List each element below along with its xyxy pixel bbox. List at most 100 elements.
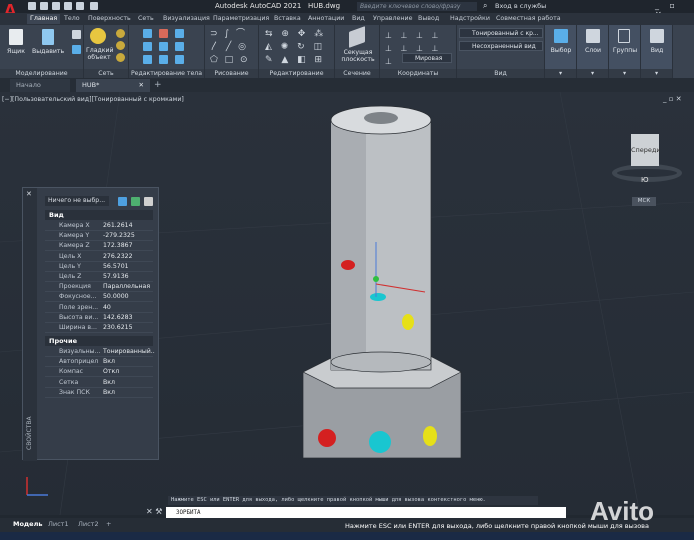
section-misc[interactable]: Прочие (45, 336, 153, 346)
viewport-controls[interactable]: _ ▫ ✕ (663, 95, 682, 103)
tab-hub[interactable]: HUB* ✕ (76, 79, 150, 92)
tab-parametric[interactable]: Параметризация (213, 14, 269, 24)
named-view-dropdown[interactable]: Несохраненный вид (459, 41, 543, 51)
search-icon[interactable]: ⌕ (483, 1, 487, 11)
tab-mesh[interactable]: Сеть (138, 14, 154, 24)
section-plane-button[interactable]: Секущая плоскость (337, 49, 379, 63)
command-tools[interactable]: ✕ ⚒ (146, 507, 162, 516)
property-row[interactable]: Цель Z 57.9136 (45, 272, 153, 282)
tab-home[interactable]: Главная (27, 14, 61, 24)
tab-view[interactable]: Вид (352, 14, 365, 24)
tab-annotate[interactable]: Аннотации (308, 14, 344, 24)
login-button[interactable]: Вход в службы (495, 2, 546, 10)
tab-output[interactable]: Вывод (418, 14, 439, 24)
tab-solid[interactable]: Тело (64, 14, 80, 24)
tab-addins[interactable]: Надстройки (450, 14, 490, 24)
extrude-icon[interactable] (42, 29, 54, 45)
property-value[interactable]: 261.2614 (103, 221, 155, 231)
panel-expand[interactable]: ▾ (609, 69, 640, 78)
property-row[interactable]: Цель Y 56.5701 (45, 262, 153, 272)
property-row[interactable]: Камера X 261.2614 (45, 221, 153, 231)
panel-expand[interactable]: ▾ (641, 69, 672, 78)
close-icon[interactable]: ✕ (139, 79, 144, 92)
viewport-label[interactable]: [−][Пользовательский вид][Тонированный с… (2, 96, 184, 103)
compass-south[interactable]: Ю (641, 176, 649, 184)
section-view[interactable]: Вид (45, 210, 153, 220)
property-row[interactable]: Проекция Параллельная (45, 282, 153, 293)
viewcube[interactable]: Спереди (631, 134, 661, 166)
groups-button[interactable]: Группы (609, 47, 641, 54)
tab-start[interactable]: Начало (10, 79, 70, 92)
mesh-icon[interactable] (116, 53, 125, 62)
palette-titlebar[interactable]: ✕ СВОЙСТВА (23, 188, 37, 461)
property-value[interactable]: 40 (103, 303, 155, 313)
section-plane-icon[interactable] (349, 26, 365, 48)
panel-expand[interactable]: ▾ (545, 69, 576, 78)
new-icon[interactable] (28, 2, 36, 10)
add-layout-icon[interactable]: + (106, 520, 111, 528)
ucs-dropdown[interactable]: Мировая (402, 53, 452, 63)
extrude-button[interactable]: Выдавить (32, 48, 64, 55)
property-value[interactable]: 57.9136 (103, 272, 155, 282)
property-row[interactable]: Поле зрен... 40 (45, 303, 153, 313)
view-button[interactable]: Вид (641, 47, 673, 54)
property-value[interactable]: 142.6283 (103, 313, 155, 323)
property-value[interactable]: Вкл (103, 378, 155, 388)
property-row[interactable]: Цель X 276.2322 (45, 252, 153, 262)
panel-label[interactable]: Редактирование тела (129, 69, 204, 78)
tab-manage[interactable]: Управление (373, 14, 413, 24)
extract-edges-icon[interactable] (143, 55, 152, 64)
property-value[interactable]: Вкл (103, 357, 155, 367)
property-row[interactable]: Компас Откл (45, 367, 155, 378)
property-row[interactable]: Сетка Вкл (45, 378, 153, 388)
undo-icon[interactable] (90, 2, 98, 10)
polysolid-icon[interactable] (72, 30, 81, 39)
separate-icon[interactable] (159, 55, 168, 64)
panel-label[interactable]: Вид (457, 69, 544, 78)
property-row[interactable]: Фокусное... 50.0000 (45, 292, 155, 303)
open-icon[interactable] (40, 2, 48, 10)
property-value[interactable]: -279.2325 (103, 231, 155, 241)
selection-icon[interactable] (554, 29, 568, 43)
property-value[interactable]: Тонированный... (103, 347, 155, 357)
property-value[interactable]: Вкл (103, 388, 155, 398)
groups-icon[interactable] (618, 29, 630, 43)
presspull-icon[interactable] (72, 45, 81, 54)
tab-layout2[interactable]: Лист2 (78, 520, 99, 528)
property-value[interactable]: 172.3867 (103, 241, 155, 251)
close-icon[interactable]: ✕ (26, 190, 32, 198)
tab-visualize[interactable]: Визуализация (163, 14, 210, 24)
union-icon[interactable] (143, 29, 152, 38)
new-tab-icon[interactable]: + (154, 80, 162, 90)
box-icon[interactable] (9, 29, 23, 45)
panel-label[interactable]: Моделирование (0, 69, 83, 78)
shell-icon[interactable] (159, 42, 168, 51)
smooth-object-button[interactable]: Гладкий объект (86, 47, 114, 61)
visual-style-dropdown[interactable]: Тонированный с кр... (459, 28, 543, 38)
ucs-menu[interactable]: МСК (632, 197, 656, 206)
panel-label[interactable]: Редактирование (259, 69, 334, 78)
property-value[interactable]: 50.0000 (103, 292, 155, 302)
property-row[interactable]: Камера Z 172.3867 (45, 241, 155, 252)
tab-surface[interactable]: Поверхность (88, 14, 131, 24)
search-input[interactable]: Введите ключевое слово/фразу (357, 2, 477, 11)
plot-icon[interactable] (76, 2, 84, 10)
box-button[interactable]: Ящик (4, 48, 28, 55)
select-objects-icon[interactable] (131, 197, 140, 206)
quick-select-icon[interactable] (144, 197, 153, 206)
layers-icon[interactable] (586, 29, 600, 43)
save-icon[interactable] (52, 2, 60, 10)
selection-dropdown[interactable]: Ничего не выбр... (45, 196, 109, 206)
subtract-icon[interactable] (159, 29, 168, 38)
panel-label[interactable]: Сеть (84, 69, 128, 78)
layers-button[interactable]: Слои (577, 47, 609, 54)
property-row[interactable]: Высота ви... 142.6283 (45, 313, 153, 323)
property-value[interactable]: 276.2322 (103, 252, 155, 262)
saveas-icon[interactable] (64, 2, 72, 10)
property-row[interactable]: Ширина в... 230.6215 (45, 323, 153, 333)
view-icon[interactable] (650, 29, 664, 43)
property-value[interactable]: Откл (103, 367, 155, 377)
panel-label[interactable]: Координаты (380, 69, 456, 78)
tab-collaborate[interactable]: Совместная работа (496, 14, 561, 24)
mesh-icon[interactable] (116, 41, 125, 50)
